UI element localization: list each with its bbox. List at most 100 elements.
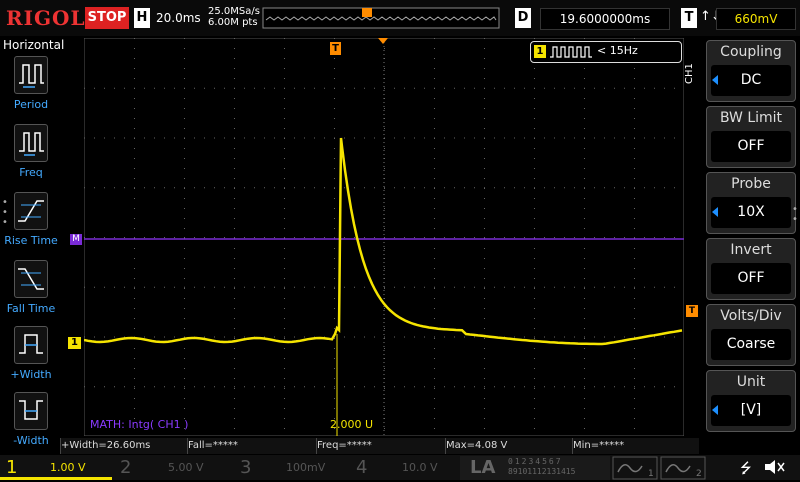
grid-dot — [114, 386, 115, 388]
coupling-button[interactable]: Coupling DC — [706, 40, 796, 102]
grid-dot — [434, 137, 435, 139]
grid-dot — [234, 108, 235, 109]
grid-dot — [634, 308, 635, 309]
grid-dot — [254, 187, 255, 189]
grid-dot — [144, 386, 145, 388]
unit-button[interactable]: Unit [V] — [706, 370, 796, 432]
timebase-value[interactable]: 20.0ms — [156, 11, 201, 25]
grid-dot — [634, 118, 635, 119]
grid-dot — [484, 408, 485, 409]
grid-dot — [534, 198, 535, 199]
grid-dot — [294, 336, 295, 338]
grid-dot — [434, 286, 435, 288]
speaker-muted-icon[interactable] — [762, 458, 786, 476]
grid-dot — [204, 237, 205, 238]
grid-dot — [234, 168, 235, 169]
delay-value[interactable]: 19.6000000ms — [540, 8, 670, 30]
negative-width-button[interactable]: -Width — [0, 392, 62, 458]
grid-dot — [384, 148, 385, 149]
grid-dot — [144, 237, 145, 238]
run-stop-indicator[interactable]: STOP — [85, 7, 129, 29]
grid-dot — [234, 58, 235, 59]
grid-dot — [634, 358, 635, 359]
grid-dot — [584, 148, 585, 149]
grid-dot — [284, 258, 285, 259]
grid-dot — [284, 58, 285, 59]
grid-dot — [164, 286, 165, 288]
grid-dot — [224, 286, 225, 288]
math-offset-marker[interactable]: M — [70, 234, 82, 245]
grid-dot — [484, 148, 485, 149]
grid-dot — [134, 328, 135, 329]
grid-dot — [184, 187, 185, 189]
bw-limit-button[interactable]: BW Limit OFF — [706, 106, 796, 168]
ch2-number[interactable]: 2 — [120, 456, 131, 480]
grid-dot — [584, 428, 585, 429]
freq-icon — [14, 124, 48, 162]
memory-overview-strip[interactable] — [262, 6, 502, 30]
source2-waveform-icon[interactable]: 2 — [660, 456, 706, 480]
grid-dot — [384, 248, 385, 249]
grid-dot — [224, 237, 225, 238]
grid-dot — [394, 386, 395, 388]
memory-trigger-marker — [362, 8, 372, 17]
grid-dot — [584, 386, 585, 388]
grid-dot — [594, 187, 595, 189]
grid-dot — [584, 78, 585, 79]
grid-dot — [284, 408, 285, 409]
grid-dot — [184, 87, 185, 89]
grid-dot — [284, 338, 285, 339]
grid-dot — [354, 137, 355, 139]
grid-dot — [294, 137, 295, 139]
grid-dot — [444, 187, 445, 189]
grid-dot — [664, 286, 665, 288]
grid-dot — [224, 87, 225, 89]
grid-dot — [164, 87, 165, 89]
grid-dot — [354, 87, 355, 89]
grid-dot — [534, 237, 535, 238]
grid-dot — [244, 87, 245, 89]
grid-dot — [434, 178, 435, 179]
ch4-number[interactable]: 4 — [356, 456, 367, 480]
ch1-offset-marker[interactable]: 1 — [68, 337, 81, 349]
grid-dot — [124, 87, 125, 89]
grid-dot — [634, 158, 635, 159]
probe-title: Probe — [731, 176, 771, 192]
grid-dot — [214, 286, 215, 288]
math-function-label: MATH: Intg( CH1 ) — [90, 418, 189, 431]
volts-div-button[interactable]: Volts/Div Coarse — [706, 304, 796, 366]
freq-button[interactable]: Freq — [0, 124, 62, 190]
grid-dot — [634, 318, 635, 319]
grid-dot — [664, 336, 665, 338]
grid-dot — [204, 87, 205, 89]
source1-waveform-icon[interactable]: 1 — [612, 456, 658, 480]
grid-dot — [454, 386, 455, 388]
trigger-level-marker[interactable]: T — [686, 305, 698, 317]
rise-time-button[interactable]: Rise Time — [0, 192, 62, 258]
grid-dot — [364, 187, 365, 189]
invert-button[interactable]: Invert OFF — [706, 238, 796, 300]
grid-dot — [534, 268, 535, 269]
grid-dot — [464, 386, 465, 388]
grid-dot — [604, 187, 605, 189]
grid-dot — [334, 198, 335, 199]
grid-dot — [334, 258, 335, 259]
grid-dot — [134, 118, 135, 119]
grid-dot — [184, 318, 185, 319]
grid-dot — [334, 348, 335, 349]
grid-dot — [654, 336, 655, 338]
invert-value: OFF — [711, 263, 791, 294]
trigger-position-marker[interactable]: T — [330, 42, 341, 55]
grid-dot — [394, 336, 395, 338]
trigger-level[interactable]: 660mV — [716, 8, 796, 30]
ch3-number[interactable]: 3 — [240, 456, 251, 480]
grid-dot — [484, 108, 485, 109]
grid-dot — [434, 278, 435, 279]
fall-time-button[interactable]: Fall Time — [0, 260, 62, 326]
positive-width-button[interactable]: +Width — [0, 326, 62, 392]
grid-dot — [354, 286, 355, 288]
waveform-display[interactable] — [84, 38, 684, 436]
period-button[interactable]: Period — [0, 56, 62, 122]
grid-dot — [274, 286, 275, 288]
probe-button[interactable]: Probe 10X — [706, 172, 796, 234]
